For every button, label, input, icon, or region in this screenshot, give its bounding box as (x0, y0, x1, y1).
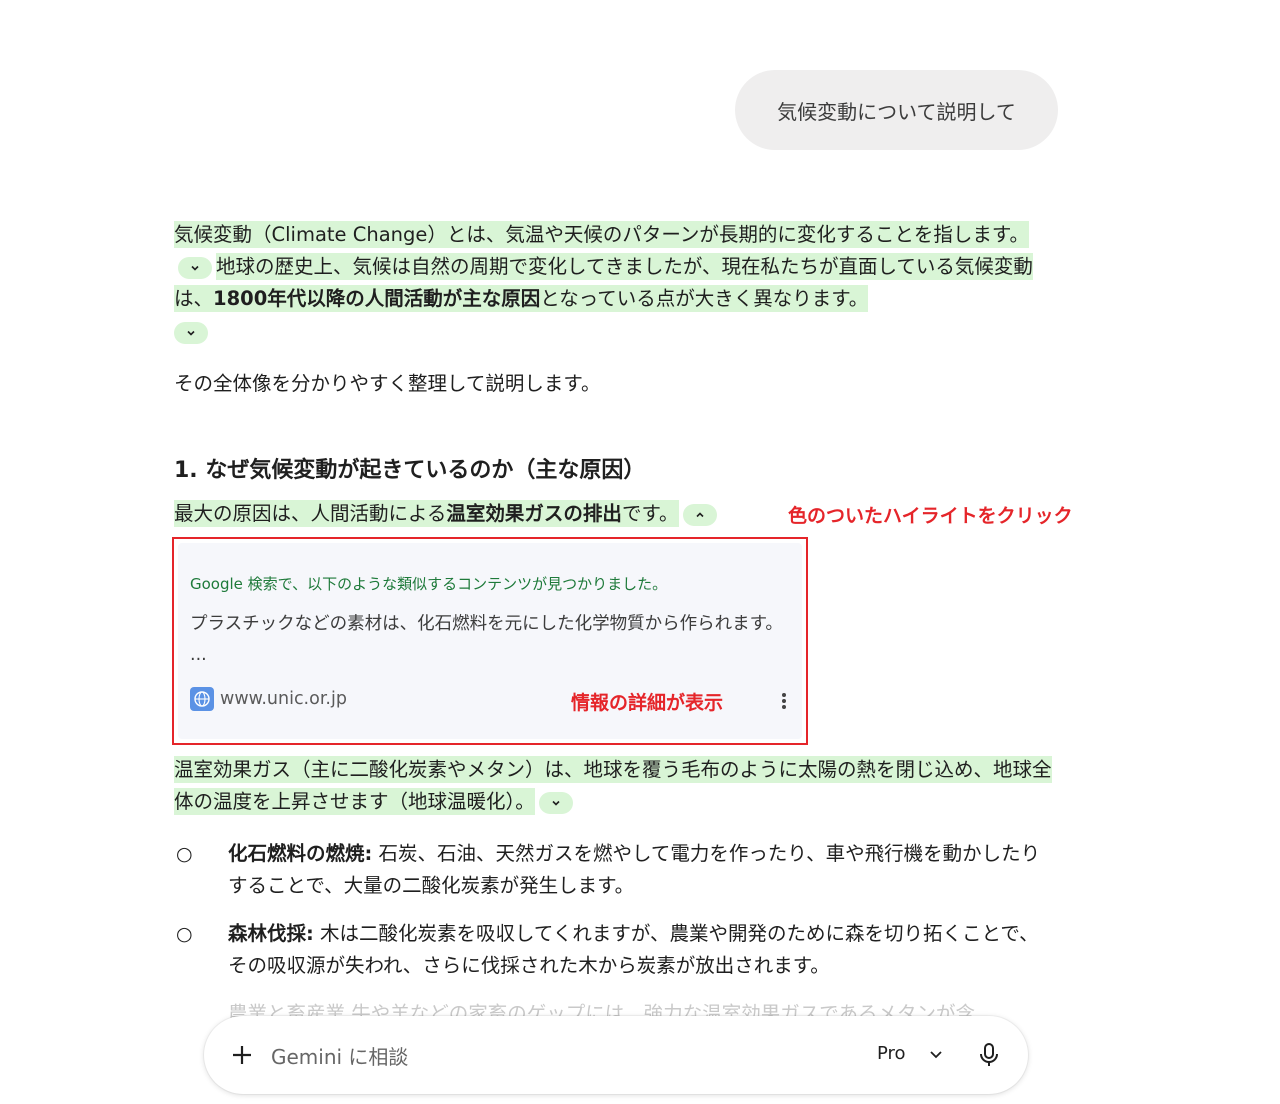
annotation-red-frame (172, 537, 808, 745)
model-selector[interactable]: Pro (877, 1043, 944, 1064)
list-item-text: 木は二酸化炭素を吸収してくれますが、農業や開発のために森を切り拓くことで、その吸… (228, 922, 1039, 977)
intro-paragraph: 気候変動（Climate Change）とは、気温や天候のパターンが長期的に変化… (174, 219, 1054, 315)
user-message-text: 気候変動について説明して (777, 99, 1016, 124)
chevron-down-icon (552, 800, 560, 806)
list-item: ○ 化石燃料の燃焼: 石炭、石油、天然ガスを燃やして電力を作ったり、車や飛行機を… (174, 838, 1054, 902)
summary-paragraph: その全体像を分かりやすく整理して説明します。 (174, 372, 601, 395)
greenhouse-paragraph: 温室効果ガス（主に二酸化炭素やメタン）は、地球を覆う毛布のように太陽の熱を閉じ込… (174, 754, 1054, 818)
highlight-bold-text: 温室効果ガスの排出 (446, 502, 622, 525)
highlight-text: となっている点が大きく異なります。 (540, 287, 869, 310)
chevron-down-icon (187, 330, 195, 336)
list-item-title: 化石燃料の燃焼: (228, 842, 373, 865)
prompt-input-bar[interactable]: Gemini に相談 Pro (204, 1016, 1028, 1094)
highlight-span[interactable]: 温室効果ガス（主に二酸化炭素やメタン）は、地球を覆う毛布のように太陽の熱を閉じ込… (174, 756, 1052, 815)
collapse-source-chip[interactable] (682, 503, 717, 526)
faded-next-item: 農業と畜産業 牛や羊などの家畜のゲップには、強力な温室効果ガスであるメタンが含 (228, 1002, 976, 1018)
bullet-mark: ○ (176, 923, 193, 945)
highlight-span[interactable]: 気候変動（Climate Change）とは、気温や天候のパターンが長期的に変化… (174, 221, 1029, 248)
chevron-down-icon (929, 1050, 942, 1058)
expand-source-chip[interactable] (538, 791, 573, 814)
highlight-text: です。 (621, 502, 679, 525)
prompt-input[interactable]: Gemini に相談 (271, 1041, 408, 1070)
expand-source-chip[interactable] (178, 256, 212, 279)
cause-bullet-list: ○ 化石燃料の燃焼: 石炭、石油、天然ガスを燃やして電力を作ったり、車や飛行機を… (174, 838, 1054, 998)
chevron-down-icon (191, 265, 199, 271)
highlight-bold-text: 1800年代以降の人間活動が主な原因 (213, 287, 541, 310)
expand-source-chip[interactable] (174, 322, 208, 344)
user-message-bubble: 気候変動について説明して (735, 70, 1058, 150)
model-label: Pro (877, 1043, 906, 1064)
plus-icon[interactable] (230, 1043, 254, 1067)
list-item: ○ 森林伐採: 木は二酸化炭素を吸収してくれますが、農業や開発のために森を切り拓… (174, 918, 1054, 982)
highlight-text: 最大の原因は、人間活動による (174, 502, 447, 525)
highlight-span[interactable]: 最大の原因は、人間活動による温室効果ガスの排出です。 (174, 500, 679, 527)
chip-line (174, 322, 208, 344)
section-heading: 1. なぜ気候変動が起きているのか（主な原因） (174, 458, 646, 483)
annotation-click-highlight: 色のついたハイライトをクリック (788, 505, 1073, 527)
list-item-title: 森林伐採: (228, 922, 314, 945)
microphone-icon[interactable] (977, 1042, 1001, 1068)
chevron-up-icon (695, 511, 704, 517)
highlight-span[interactable]: 地球の歴史上、気候は自然の周期で変化してきましたが、現在私たちが直面している気候… (174, 253, 1033, 312)
bullet-mark: ○ (176, 843, 193, 865)
